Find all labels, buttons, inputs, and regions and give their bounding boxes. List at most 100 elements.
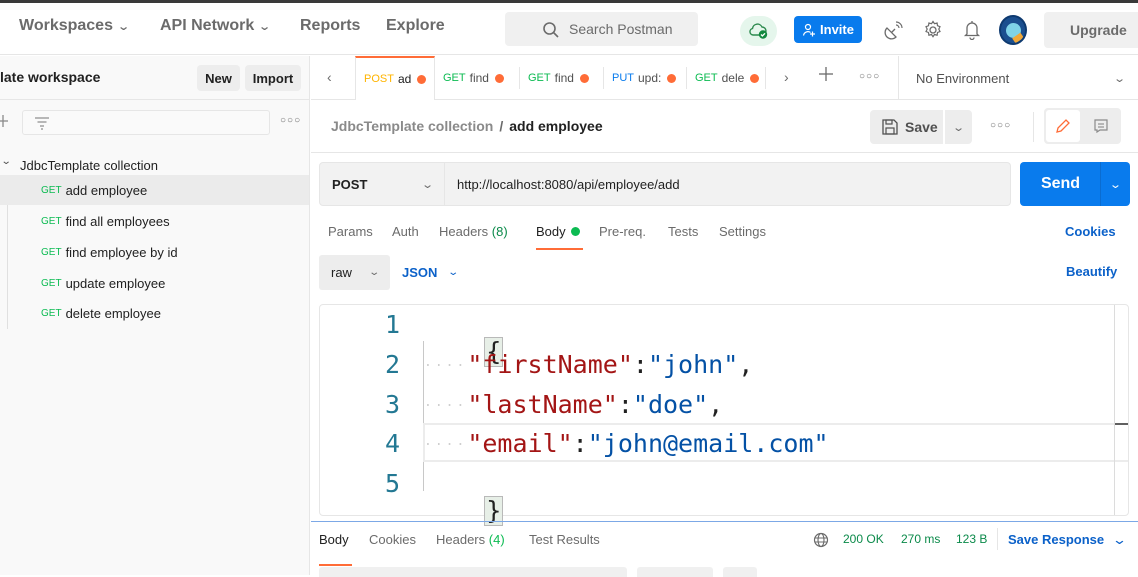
upgrade-button[interactable]: Upgrade — [1044, 12, 1138, 48]
method-value: POST — [332, 176, 368, 192]
tab-prereq[interactable]: Pre-req. — [599, 224, 646, 239]
tab-put-update[interactable]: PUT upd: — [604, 56, 686, 100]
tabs-scroll-left[interactable]: ‹ — [327, 69, 332, 85]
breadcrumb-parent[interactable]: JdbcTemplate collection — [331, 118, 493, 134]
view-mode-toggle — [1044, 108, 1121, 144]
tab-settings[interactable]: Settings — [719, 224, 766, 239]
tabs-scroll-right[interactable]: › — [784, 69, 789, 85]
tab-get-find-by-id[interactable]: GET find — [520, 56, 603, 100]
tab-label: ad — [397, 72, 412, 86]
request-config-tabs: Params Auth Headers (8) Body Pre-req. Te… — [319, 220, 1129, 250]
environment-selector[interactable]: No Environment ⌄ — [898, 56, 1138, 100]
tab-body[interactable]: Body — [536, 224, 580, 239]
import-label: Import — [252, 70, 294, 86]
response-headers-count: (4) — [488, 532, 505, 547]
import-button[interactable]: Import — [245, 65, 301, 91]
avatar[interactable] — [999, 15, 1027, 45]
search-input[interactable]: Search Postman — [505, 12, 698, 46]
tab-method: GET — [695, 72, 718, 84]
send-button[interactable]: Send — [1020, 162, 1093, 206]
response-tab-headers[interactable]: Headers (4) — [436, 532, 505, 547]
new-button[interactable]: New — [197, 65, 240, 91]
response-size[interactable]: 123 B — [956, 532, 987, 546]
indent-whitespace: ···· — [424, 398, 468, 414]
nav-api-network[interactable]: API Network ⌄ — [160, 17, 271, 35]
new-tab-button[interactable] — [818, 66, 834, 85]
comments-mode-button[interactable] — [1084, 110, 1118, 142]
request-label: update employee — [65, 275, 166, 291]
settings-button[interactable] — [922, 19, 944, 41]
cloud-sync-status[interactable] — [740, 16, 777, 46]
request-tabs-bar: ‹ POST ad GET find GET find PUT upd: GET… — [311, 56, 1138, 100]
network-info-button[interactable] — [813, 532, 829, 551]
request-label: find all employees — [65, 213, 170, 229]
response-tab-body[interactable]: Body — [319, 532, 349, 547]
tab-method: PUT — [612, 72, 634, 84]
filter-input[interactable] — [22, 110, 270, 135]
send-options-dropdown[interactable]: ⌄ — [1095, 162, 1136, 206]
satellite-button[interactable] — [883, 19, 905, 41]
sidebar-request-update-employee[interactable]: GET update employee — [0, 268, 309, 298]
sidebar-request-add-employee[interactable]: GET add employee — [0, 175, 309, 205]
nav-workspaces[interactable]: Workspaces ⌄ — [19, 17, 130, 35]
active-tab-indicator — [319, 564, 352, 566]
unsaved-dot-icon — [579, 73, 589, 83]
json-colon: : — [572, 429, 588, 458]
environment-label: No Environment — [916, 70, 1010, 86]
response-tab-cookies[interactable]: Cookies — [369, 532, 416, 547]
body-language-selector[interactable]: JSON ⌄ — [402, 255, 459, 290]
save-response-button[interactable]: Save Response ⌄ — [1008, 532, 1127, 548]
method-selector[interactable]: POST ⌄ — [319, 162, 445, 206]
body-language-value: JSON — [402, 265, 438, 280]
beautify-button[interactable]: Beautify — [1066, 264, 1117, 279]
chevron-down-icon: ⌄ — [0, 156, 12, 167]
edit-mode-button[interactable] — [1046, 110, 1080, 142]
tab-auth[interactable]: Auth — [392, 224, 419, 239]
body-mode-selector[interactable]: raw ⌄ — [319, 255, 390, 290]
tabs-more-button[interactable]: ○○○ — [859, 71, 880, 82]
size-value: 123 B — [956, 532, 988, 546]
add-collection-button[interactable] — [0, 113, 10, 132]
cookies-link-label: Cookies — [1065, 224, 1116, 239]
sidebar-request-find-all-employees[interactable]: GET find all employees — [0, 206, 309, 236]
tab-headers[interactable]: Headers (8) — [439, 224, 508, 239]
request-more-button[interactable]: ○○○ — [990, 120, 1011, 131]
json-colon: : — [617, 390, 633, 419]
line-number: 5 — [384, 469, 400, 498]
save-options-dropdown[interactable]: ⌄ — [945, 110, 972, 144]
settings-gear-icon — [925, 20, 941, 38]
editor-scrollbar[interactable] — [1114, 305, 1115, 515]
tab-get-find-all[interactable]: GET find — [435, 56, 519, 100]
response-time[interactable]: 270 ms — [901, 532, 940, 546]
nav-explore[interactable]: Explore — [386, 17, 445, 35]
save-disk-icon — [882, 119, 898, 135]
save-button[interactable]: Save — [870, 110, 943, 144]
invite-button[interactable]: Invite — [794, 16, 862, 43]
nav-reports[interactable]: Reports — [300, 17, 360, 35]
tab-params[interactable]: Params — [328, 224, 373, 239]
response-tab-test-results[interactable]: Test Results — [529, 532, 600, 547]
response-status[interactable]: 200 OK — [843, 532, 884, 546]
tab-method: GET — [528, 72, 551, 84]
chevron-down-icon: ⌄ — [367, 267, 380, 278]
unsaved-dot-icon — [417, 74, 427, 84]
body-code-editor[interactable]: 1 2 3 4 5 { ····"firstName":"john", ····… — [319, 304, 1129, 526]
tab-headers-label: Headers — [439, 224, 489, 239]
notifications-button[interactable] — [961, 19, 983, 41]
sidebar-more-button[interactable]: ○○○ — [280, 115, 301, 126]
tab-post-add-employee[interactable]: POST ad — [355, 56, 435, 100]
sidebar-request-find-employee-by-id[interactable]: GET find employee by id — [0, 237, 309, 267]
url-input[interactable]: http://localhost:8080/api/employee/add — [445, 162, 1011, 206]
response-tab-headers-label: Headers — [436, 532, 486, 547]
method-badge: GET — [41, 215, 62, 227]
line-number: 3 — [384, 390, 400, 419]
method-badge: GET — [41, 184, 62, 196]
nav-workspaces-label: Workspaces — [19, 17, 113, 34]
sidebar-request-delete-employee[interactable]: GET delete employee — [0, 298, 309, 328]
tab-tests[interactable]: Tests — [668, 224, 698, 239]
pencil-icon — [1056, 119, 1070, 133]
cookies-link[interactable]: Cookies — [1065, 224, 1116, 239]
breadcrumb-current[interactable]: add employee — [509, 118, 602, 134]
tab-get-delete[interactable]: GET dele — [687, 56, 765, 100]
response-tab-test-results-label: Test Results — [529, 532, 600, 547]
